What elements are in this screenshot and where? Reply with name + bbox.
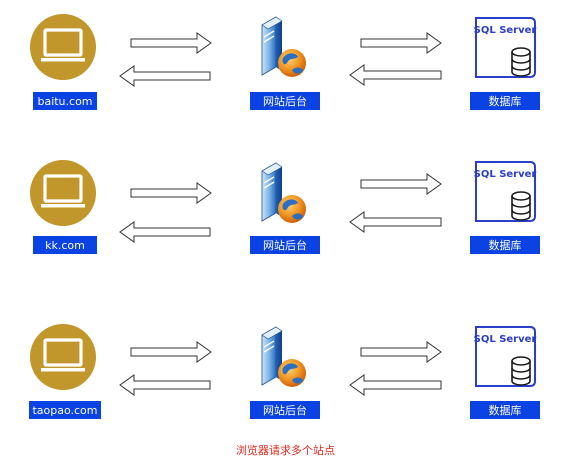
result-arrow-left — [349, 374, 442, 396]
backend-label: 网站后台 — [250, 92, 320, 110]
response-arrow-left — [119, 65, 211, 87]
backend-label-text: 网站后台 — [263, 94, 307, 108]
database-label-text: 数据库 — [489, 403, 522, 417]
computer-icon — [30, 324, 96, 390]
site-label: baitu.com — [33, 92, 97, 110]
site-label-text: kk.com — [45, 239, 85, 252]
sql-server-brand-text: SQL Server — [474, 25, 537, 36]
sql-server-database-icon: SQL Server — [474, 161, 537, 222]
sql-server-brand-text: SQL Server — [474, 169, 537, 180]
site-label-text: baitu.com — [37, 95, 92, 108]
row-2: kk.com 网站后台 SQL Server 数据库 — [30, 160, 540, 254]
sql-server-database-icon: SQL Server — [474, 17, 537, 78]
server-globe-icon — [261, 162, 306, 223]
server-globe-icon — [261, 326, 306, 387]
sql-server-brand-text: SQL Server — [474, 334, 537, 345]
backend-label-text: 网站后台 — [263, 403, 307, 417]
database-label: 数据库 — [470, 401, 540, 419]
site-label-text: taopao.com — [32, 404, 97, 417]
backend-label-text: 网站后台 — [263, 238, 307, 252]
site-label: taopao.com — [29, 401, 101, 419]
diagram-canvas: baitu.com 网站后台 SQL Server 数据库 kk.com 网站后… — [29, 14, 540, 419]
database-label-text: 数据库 — [489, 238, 522, 252]
query-arrow-right — [360, 173, 442, 195]
sql-server-database-icon: SQL Server — [474, 326, 537, 387]
row-1: baitu.com 网站后台 SQL Server 数据库 — [30, 14, 540, 110]
request-arrow-right — [130, 182, 212, 204]
database-label: 数据库 — [470, 92, 540, 110]
response-arrow-left — [119, 374, 211, 396]
result-arrow-left — [349, 64, 442, 86]
site-label: kk.com — [33, 236, 97, 254]
computer-icon — [30, 14, 96, 80]
computer-icon — [30, 160, 96, 226]
response-arrow-left — [119, 221, 211, 243]
request-arrow-right — [130, 32, 212, 54]
server-globe-icon — [261, 16, 306, 77]
query-arrow-right — [360, 341, 442, 363]
result-arrow-left — [349, 211, 442, 233]
row-3: taopao.com 网站后台 SQL Server 数据库 — [29, 324, 540, 419]
database-label-text: 数据库 — [489, 94, 522, 108]
database-label: 数据库 — [470, 236, 540, 254]
backend-label: 网站后台 — [250, 236, 320, 254]
request-arrow-right — [130, 341, 212, 363]
query-arrow-right — [360, 32, 442, 54]
diagram-caption: 浏览器请求多个站点 — [236, 444, 335, 457]
backend-label: 网站后台 — [250, 401, 320, 419]
